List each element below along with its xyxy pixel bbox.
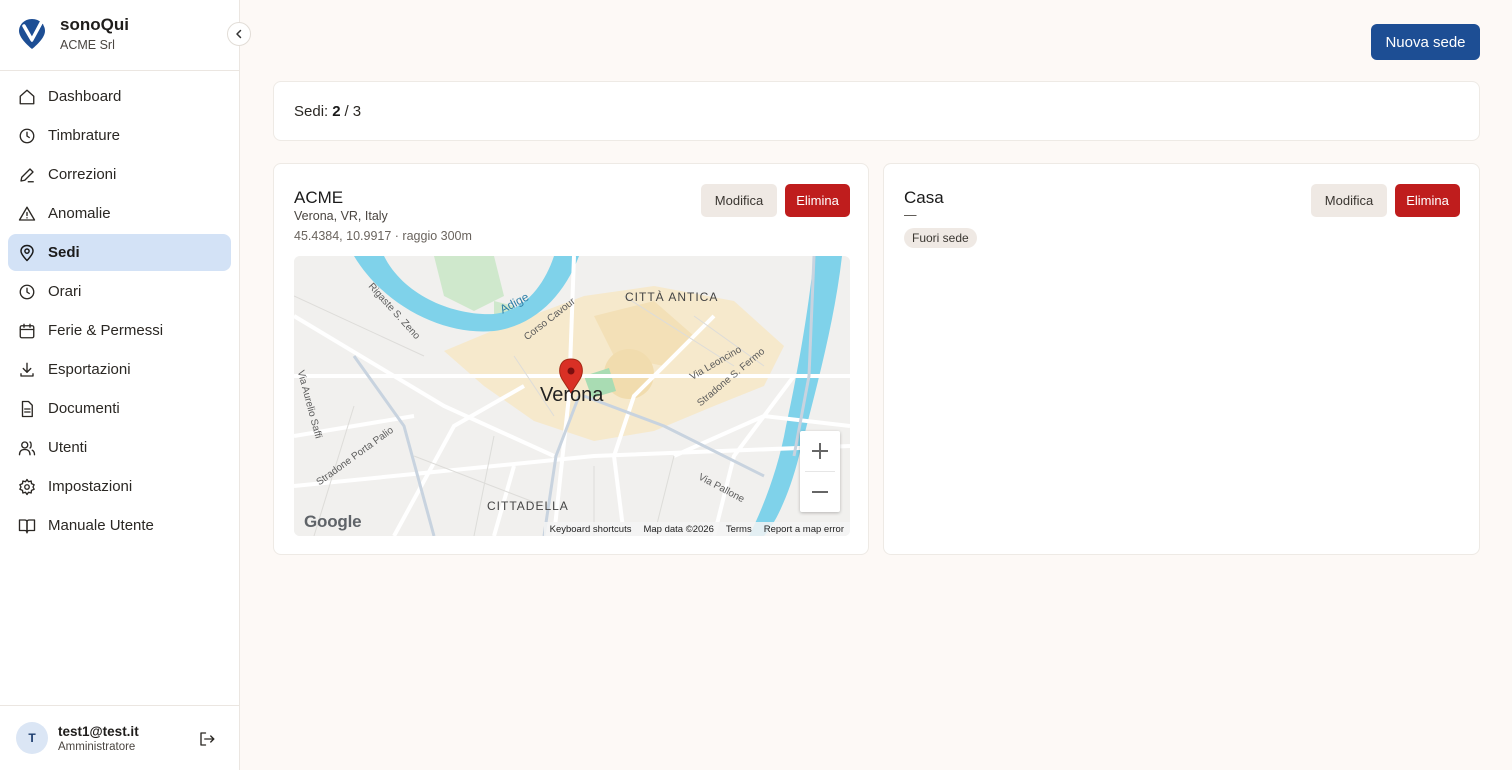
user-role: Amministratore (58, 741, 136, 753)
site-name: ACME (294, 188, 344, 207)
sidebar-item-label: Impostazioni (48, 478, 133, 495)
sidebar-item-anomalie[interactable]: Anomalie (8, 195, 231, 232)
sidebar-item-documenti[interactable]: Documenti (8, 390, 231, 427)
sidebar-item-label: Sedi (48, 244, 80, 261)
pencil-icon (20, 167, 34, 182)
site-card: ACME Verona, VR, Italy 45.4384, 10.9917 … (273, 163, 869, 555)
keyboard-shortcuts-link[interactable]: Keyboard shortcuts (544, 524, 638, 535)
gear-icon (19, 478, 35, 495)
sidebar: sonoQui ACME Srl Dashboard Timbrature Co… (0, 0, 251, 770)
collapse-sidebar-button[interactable] (227, 22, 251, 46)
sidebar-item-label: Esportazioni (48, 361, 131, 378)
zoom-out-button[interactable] (800, 472, 840, 512)
brand-header: sonoQui ACME Srl (0, 0, 239, 71)
brand-name: sonoQui (60, 15, 129, 34)
sidebar-item-label: Ferie & Permessi (48, 322, 164, 339)
map-pin-icon (20, 244, 34, 261)
counter-separator: / (344, 102, 349, 120)
site-card: Casa — Fuori sede Modifica Elimina (883, 163, 1480, 555)
map-data-text: Map data ©2026 (643, 523, 714, 535)
sidebar-item-correzioni[interactable]: Correzioni (8, 156, 231, 193)
zoom-in-button[interactable] (800, 431, 840, 471)
google-logo: Google (304, 512, 362, 531)
sidebar-item-label: Anomalie (48, 205, 111, 222)
sidebar-nav: Dashboard Timbrature Correzioni Anomalie… (8, 78, 231, 546)
clock-icon (19, 284, 35, 299)
edit-button[interactable]: Modifica (1311, 184, 1387, 217)
sidebar-item-label: Timbrature (48, 127, 120, 144)
delete-button[interactable]: Elimina (785, 184, 850, 217)
site-address: — (904, 208, 917, 222)
sidebar-item-manuale-utente[interactable]: Manuale Utente (8, 507, 231, 544)
brand-logo-icon (19, 19, 45, 49)
sidebar-item-label: Correzioni (48, 166, 117, 183)
clock-icon (19, 128, 35, 143)
sidebar-item-utenti[interactable]: Utenti (8, 429, 231, 466)
download-icon (20, 362, 34, 377)
sidebar-item-orari[interactable]: Orari (8, 273, 231, 310)
logout-icon[interactable] (198, 730, 216, 748)
minus-icon (812, 491, 828, 493)
book-icon (18, 518, 36, 533)
map-footer: Keyboard shortcuts Map data ©2026 Terms … (543, 522, 850, 536)
avatar: T (16, 722, 48, 754)
warning-icon (18, 206, 36, 221)
delete-button[interactable]: Elimina (1395, 184, 1460, 217)
report-map-error-link[interactable]: Report a map error (758, 524, 850, 535)
sites-counter: Sedi: 2 / 3 (273, 81, 1480, 141)
counter-label: Sedi: (294, 102, 329, 120)
sidebar-item-sedi[interactable]: Sedi (8, 234, 231, 271)
site-address: Verona, VR, Italy (294, 209, 388, 223)
brand-org: ACME Srl (60, 38, 115, 52)
sidebar-item-label: Orari (48, 283, 82, 300)
map-city-label: Verona (540, 384, 604, 406)
document-icon (21, 400, 33, 417)
edit-button[interactable]: Modifica (701, 184, 777, 217)
map-district-label: CITTÀ ANTICA (625, 290, 719, 304)
home-icon (19, 89, 35, 104)
sidebar-item-dashboard[interactable]: Dashboard (8, 78, 231, 115)
status-badge: Fuori sede (904, 228, 977, 248)
sidebar-item-label: Documenti (48, 400, 120, 417)
sidebar-item-label: Manuale Utente (48, 517, 154, 534)
site-map[interactable]: Verona CITTÀ ANTICA CITTADELLA Adige Rig… (294, 256, 850, 536)
sidebar-item-label: Utenti (48, 439, 88, 456)
calendar-icon (19, 323, 35, 338)
counter-current: 2 (332, 102, 341, 120)
map-district-label: CITTADELLA (487, 499, 569, 513)
terms-link[interactable]: Terms (720, 524, 758, 535)
sidebar-item-timbrature[interactable]: Timbrature (8, 117, 231, 154)
users-icon (18, 440, 36, 455)
user-panel: T test1@test.it Amministratore (0, 705, 239, 770)
main-content: Nuova sede Sedi: 2 / 3 ACME Verona, VR, … (240, 0, 1512, 770)
chevron-left-icon (236, 29, 242, 39)
sidebar-item-label: Dashboard (48, 88, 122, 105)
sidebar-item-esportazioni[interactable]: Esportazioni (8, 351, 231, 388)
site-coords: 45.4384, 10.9917 · raggio 300m (294, 229, 472, 243)
sidebar-item-impostazioni[interactable]: Impostazioni (8, 468, 231, 505)
user-email: test1@test.it (58, 724, 139, 739)
sidebar-item-ferie-permessi[interactable]: Ferie & Permessi (8, 312, 231, 349)
map-zoom-control (800, 431, 840, 512)
plus-icon (812, 443, 828, 459)
counter-max: 3 (352, 102, 362, 120)
new-site-button[interactable]: Nuova sede (1371, 24, 1480, 60)
site-name: Casa (904, 188, 944, 207)
